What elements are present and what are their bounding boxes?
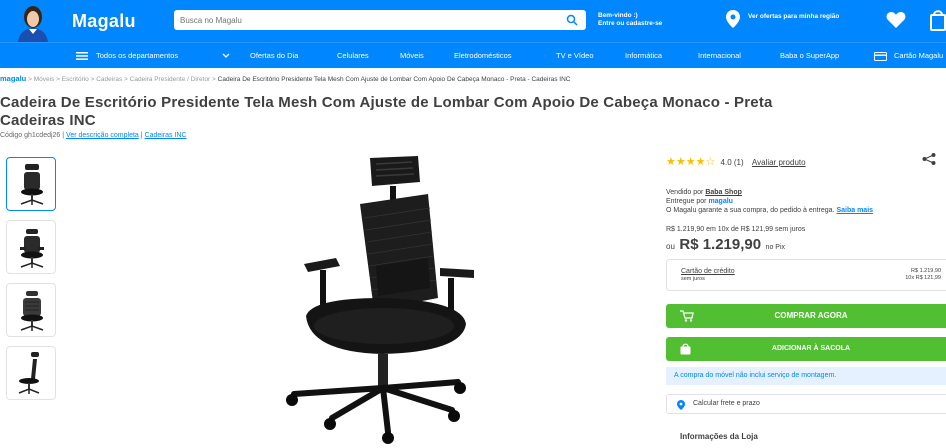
- login-text: Entre ou cadastre-se: [598, 20, 663, 27]
- credit-card-installment: 10x R$ 121,99: [905, 275, 941, 281]
- freight-calculator[interactable]: Calcular frete e prazo: [666, 394, 946, 414]
- rating-stars: ★★★★☆: [666, 156, 716, 168]
- full-description-link[interactable]: Ver descrição completa: [66, 132, 139, 139]
- buy-now-button[interactable]: COMPRAR AGORA: [666, 304, 946, 328]
- seller-link[interactable]: Baba Shop: [705, 189, 742, 196]
- breadcrumb-home[interactable]: magalu: [0, 74, 26, 83]
- nav-furniture[interactable]: Móveis: [400, 51, 424, 60]
- brand-link[interactable]: Cadeiras INC: [145, 132, 187, 139]
- credit-card-sub: sem juros: [681, 276, 705, 282]
- product-title-line1: Cadeira De Escritório Presidente Tela Me…: [0, 94, 773, 111]
- department-nav: Todos os departamentos Ofertas do Dia Ce…: [0, 42, 946, 68]
- sold-by-label: Vendido por: [666, 189, 704, 196]
- heart-icon[interactable]: [886, 11, 906, 29]
- delivered-by-logo: magalu: [708, 198, 733, 205]
- breadcrumb-item[interactable]: Escritório: [62, 76, 89, 83]
- chair-thumbnail-image: [20, 164, 44, 205]
- breadcrumb-current: Cadeira De Escritório Presidente Tela Me…: [217, 76, 571, 83]
- rate-product-link[interactable]: Avaliar produto: [752, 158, 806, 167]
- pix-suffix: no Pix: [765, 244, 786, 251]
- location-offers[interactable]: Ver ofertas para minha região: [726, 10, 856, 32]
- product-title: Cadeira De Escritório Presidente Tela Me…: [0, 94, 946, 130]
- credit-card-title: Cartão de crédito: [681, 268, 735, 275]
- nav-appliances[interactable]: Eletrodomésticos: [454, 51, 512, 60]
- rating-row: ★★★★☆ 4.0 (1) Avaliar produto: [666, 155, 806, 168]
- lu-avatar: [12, 3, 54, 42]
- top-header: Magalu Bem-vindo :) Entre ou cadastre-se…: [0, 0, 946, 42]
- pix-price-row: ou R$ 1.219,90 no Pix: [666, 236, 785, 254]
- nav-computers[interactable]: Informática: [625, 51, 662, 60]
- product-code-line: Código gh1cdedj26 | Ver descrição comple…: [0, 132, 187, 139]
- credit-card-total: R$ 1.219,90: [911, 268, 941, 274]
- seller-info: Vendido por Baba Shop Entregue por magal…: [666, 188, 873, 215]
- welcome-text: Bem-vindo :): [598, 12, 638, 19]
- product-thumbnail[interactable]: [6, 283, 56, 337]
- login-link[interactable]: Bem-vindo :) Entre ou cadastre-se: [598, 12, 694, 28]
- breadcrumb-item[interactable]: Cadeiras: [96, 76, 122, 83]
- product-main-image[interactable]: [252, 148, 492, 448]
- chair-thumbnail-image: [20, 291, 44, 331]
- product-thumbnail[interactable]: [6, 220, 56, 274]
- add-to-bag-button[interactable]: ADICIONAR À SACOLA: [666, 337, 946, 361]
- share-icon[interactable]: [922, 153, 936, 165]
- breadcrumb: magalu > Móveis > Escritório > Cadeiras …: [0, 74, 571, 83]
- nav-all-departments[interactable]: Todos os departamentos: [96, 51, 178, 60]
- cart-icon: [680, 310, 694, 322]
- location-pin-icon: [726, 10, 740, 28]
- assembly-notice: A compra do móvel não inclui serviço de …: [666, 367, 946, 385]
- credit-card-price: R$ 1.219,90 10x R$ 121,99: [905, 268, 941, 282]
- menu-icon[interactable]: [76, 52, 88, 60]
- guarantee-text: O Magalu garante a sua compra, do pedido…: [666, 207, 835, 214]
- nav-international[interactable]: Internacional: [698, 51, 741, 60]
- chair-thumbnail-image: [18, 352, 40, 394]
- breadcrumb-item[interactable]: Móveis: [34, 76, 55, 83]
- chair-thumbnail-image: [20, 229, 44, 268]
- bag-add-icon: [680, 343, 691, 355]
- nav-superapp[interactable]: Baba o SuperApp: [780, 51, 839, 60]
- rating-value: 4.0 (1): [720, 158, 744, 167]
- nav-phones[interactable]: Celulares: [337, 51, 369, 60]
- search-icon[interactable]: [566, 14, 578, 26]
- buy-now-label: COMPRAR AGORA: [774, 311, 848, 320]
- product-thumbnail[interactable]: [6, 157, 56, 211]
- delivered-by-label: Entregue por: [666, 198, 707, 205]
- product-thumbnail[interactable]: [6, 346, 56, 400]
- magalu-logo[interactable]: Magalu: [72, 11, 136, 32]
- bag-icon[interactable]: [930, 9, 946, 31]
- search-input[interactable]: [174, 10, 554, 31]
- or-text: ou: [666, 242, 675, 251]
- add-to-bag-label: ADICIONAR À SACOLA: [771, 345, 851, 352]
- product-code: Código gh1cdedj26: [0, 132, 61, 139]
- search-bar[interactable]: [174, 10, 586, 31]
- credit-card-option[interactable]: Cartão de crédito sem juros R$ 1.219,90 …: [666, 259, 946, 291]
- installments-text: R$ 1.219,90 em 10x de R$ 121,99 sem juro…: [666, 226, 806, 233]
- nav-magalu-card[interactable]: Cartão Magalu: [894, 51, 943, 60]
- nav-daily-offers[interactable]: Ofertas do Dia: [250, 51, 298, 60]
- card-icon: [874, 52, 887, 61]
- offers-text: Ver ofertas para minha região: [748, 13, 840, 20]
- chevron-down-icon[interactable]: [222, 53, 230, 59]
- location-pin-icon: [677, 400, 685, 410]
- nav-tv-video[interactable]: TV e Vídeo: [556, 51, 594, 60]
- product-title-line2: Cadeiras INC: [0, 112, 96, 129]
- pix-price: R$ 1.219,90: [679, 236, 762, 253]
- store-info-heading: Informações da Loja: [680, 432, 758, 441]
- freight-label: Calcular frete e prazo: [693, 400, 760, 407]
- know-more-link[interactable]: Saiba mais: [836, 207, 873, 214]
- breadcrumb-item[interactable]: Cadeira Presidente / Diretor: [130, 76, 211, 83]
